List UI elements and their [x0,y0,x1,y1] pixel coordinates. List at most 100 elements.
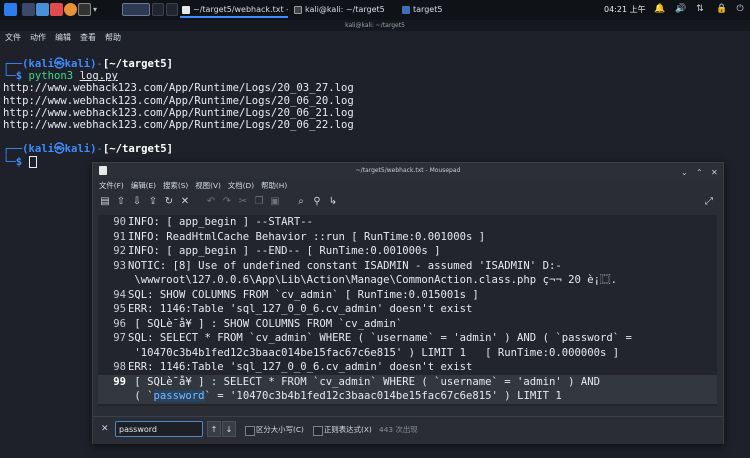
terminal-app-icon [294,5,302,14]
taskbar-window-label: ~/target5/webhack.txt - ... [193,5,288,14]
mousepad-menubar: 文件(F) 编辑(E) 搜索(S) 视图(V) 文档(D) 帮助(H) [93,178,723,193]
editor-line-wrapped: '10470c3b4b1fed12c3baac014be15fac67c6e81… [98,346,717,361]
goto-icon[interactable]: ↳ [327,196,339,208]
menu-search[interactable]: 搜索(S) [163,181,188,190]
command-arg: log.py [79,70,118,83]
output-line: http://www.webhack123.com/App/Runtime/Lo… [3,119,354,132]
line-text-pre: ( ` [128,390,154,402]
paste-icon[interactable]: ▣ [269,196,281,208]
dropdown-icon[interactable]: ▾ [93,3,101,16]
find-bar: ✕ password ↑ ↓ 区分大小写(C) 正则表达式(X) 443 次出现 [93,416,723,444]
fullscreen-icon[interactable]: ⤢ [703,196,715,208]
terminal-title: kali@kali: ~/target5 [0,20,750,31]
redo-icon[interactable]: ↷ [221,196,233,208]
lock-icon[interactable]: 🔒 [716,4,727,14]
find-previous-button[interactable]: ↑ [207,421,221,437]
minimize-icon[interactable]: ⌄ [681,165,688,180]
find-icon[interactable]: ⌕ [295,196,307,208]
line-text: SQL: SELECT * FROM `cv_admin` WHERE ( `u… [128,332,632,344]
menu-action[interactable]: 动作 [30,33,46,42]
search-match-highlight: password [153,390,205,402]
line-number: 92 [113,245,126,257]
menu-view[interactable]: 查看 [80,33,96,42]
taskbar-window-mousepad[interactable]: ~/target5/webhack.txt - ... [180,2,288,18]
taskbar-window-terminal[interactable]: kali@kali: ~/target5 [292,2,396,18]
mousepad-window: ~/target5/webhack.txt - Mousepad ⌄ ⌃ ✕ 文… [92,162,724,444]
workspace-2-icon[interactable] [152,3,164,16]
regex-label: 正则表达式(X) [324,425,372,434]
menu-edit[interactable]: 编辑 [55,33,71,42]
terminal-output[interactable]: ┌──(kali㉿kali)-[~/target5] └─$ python3 lo… [3,58,354,168]
undo-icon[interactable]: ↶ [205,196,217,208]
menu-file[interactable]: 文件 [5,33,21,42]
taskbar-window-folder[interactable]: target5 [400,2,480,18]
volume-icon[interactable]: 🔊 [675,4,686,14]
open-file-icon[interactable]: ⇧ [115,196,127,208]
power-icon[interactable]: ⏻ [735,4,745,14]
editor-line-current-wrapped: ( `password` = '10470c3b4b1fed12c3baac01… [98,389,717,404]
save-as-icon[interactable]: ⇪ [147,196,159,208]
line-number: 95 [113,303,126,315]
command-line: └─$ python3 log.py [3,70,118,83]
mousepad-title: ~/target5/webhack.txt - Mousepad [355,167,461,174]
new-document-icon[interactable]: ▤ [99,196,111,208]
find-replace-icon[interactable]: ⚲ [311,196,323,208]
menu-document[interactable]: 文档(D) [228,181,254,190]
line-number: 91 [113,230,126,243]
taskbar-window-label: kali@kali: ~/target5 [305,5,385,14]
close-document-icon[interactable]: ✕ [179,196,191,208]
text-editor-icon[interactable] [50,3,63,16]
cut-icon[interactable]: ✂ [237,196,249,208]
find-next-button[interactable]: ↓ [222,421,236,437]
match-case-label: 区分大小写(C) [256,425,304,434]
menu-view[interactable]: 视图(V) [195,181,221,190]
line-text: INFO: [ app_begin ] --START-- [128,216,313,228]
terminal-menubar: 文件 动作 编辑 查看 帮助 [0,31,750,45]
save-icon[interactable]: ⇩ [131,196,143,208]
line-text: NOTIC: [8] Use of undefined constant ISA… [128,259,562,272]
close-icon[interactable]: ✕ [711,165,718,180]
line-number: 96 [113,317,126,330]
clock[interactable]: 04:21 上午 [604,2,646,18]
editor-line: 100 [98,404,717,407]
line-number: 97 [113,332,126,344]
taskbar: ▾ ~/target5/webhack.txt - ... kali@kali:… [0,0,750,21]
editor-line: 92 INFO: [ app_begin ] --END-- [ RunTime:… [98,244,717,259]
line-text: INFO: ReadHtmlCache Behavior ::run [ Run… [128,230,486,243]
kali-menu-icon[interactable] [4,3,17,16]
editor-line: 97 SQL: SELECT * FROM `cv_admin` WHERE ( … [98,331,717,346]
reload-icon[interactable]: ↻ [163,196,175,208]
menu-edit[interactable]: 编辑(E) [131,181,156,190]
folder-app-icon [402,5,410,14]
menu-file[interactable]: 文件(F) [99,181,124,190]
editor-line: 93 NOTIC: [8] Use of undefined constant I… [98,259,717,274]
menu-help[interactable]: 帮助 [105,33,121,42]
mousepad-titlebar[interactable]: ~/target5/webhack.txt - Mousepad ⌄ ⌃ ✕ [93,163,723,178]
terminal-icon[interactable] [78,3,91,16]
editor-line: 91 INFO: ReadHtmlCache Behavior ::run [ R… [98,230,717,245]
workspace-preview-icon[interactable] [122,3,150,16]
match-case-checkbox[interactable] [245,426,255,436]
menu-help[interactable]: 帮助(H) [261,181,287,190]
maximize-icon[interactable]: ⌃ [696,165,703,180]
line-text: [ SQLè¯­å¥ ] : SHOW COLUMNS FROM `cv_adm… [128,317,403,330]
file-manager-icon[interactable] [36,3,49,16]
network-icon[interactable]: ⇅ [695,4,705,14]
command-bin: python3 [28,70,74,83]
line-text: \wwwroot\127.0.0.6\App\Lib\Action\Manage… [128,274,617,286]
notification-icon[interactable]: 🔔 [654,4,665,14]
regex-checkbox[interactable] [313,426,323,436]
desktop-icon[interactable] [22,3,35,16]
line-number: 94 [113,288,126,301]
line-number: 99 [113,375,126,388]
mousepad-app-icon [182,5,190,14]
match-count: 443 次出现 [379,425,418,434]
editor-line: 98 ERR: 1146:Table 'sql_127_0_0_6.cv_admi… [98,360,717,375]
search-input[interactable]: password [115,421,203,437]
text-editor-area[interactable]: 90 INFO: [ app_begin ] --START-- 91 INFO: … [98,215,717,406]
line-text: [ SQLè¯­å¥ ] : SELECT * FROM `cv_admin` … [128,375,600,388]
copy-icon[interactable]: ❐ [253,196,265,208]
browser-icon[interactable] [64,3,77,16]
workspace-3-icon[interactable] [166,3,178,16]
close-find-icon[interactable]: ✕ [101,424,109,434]
